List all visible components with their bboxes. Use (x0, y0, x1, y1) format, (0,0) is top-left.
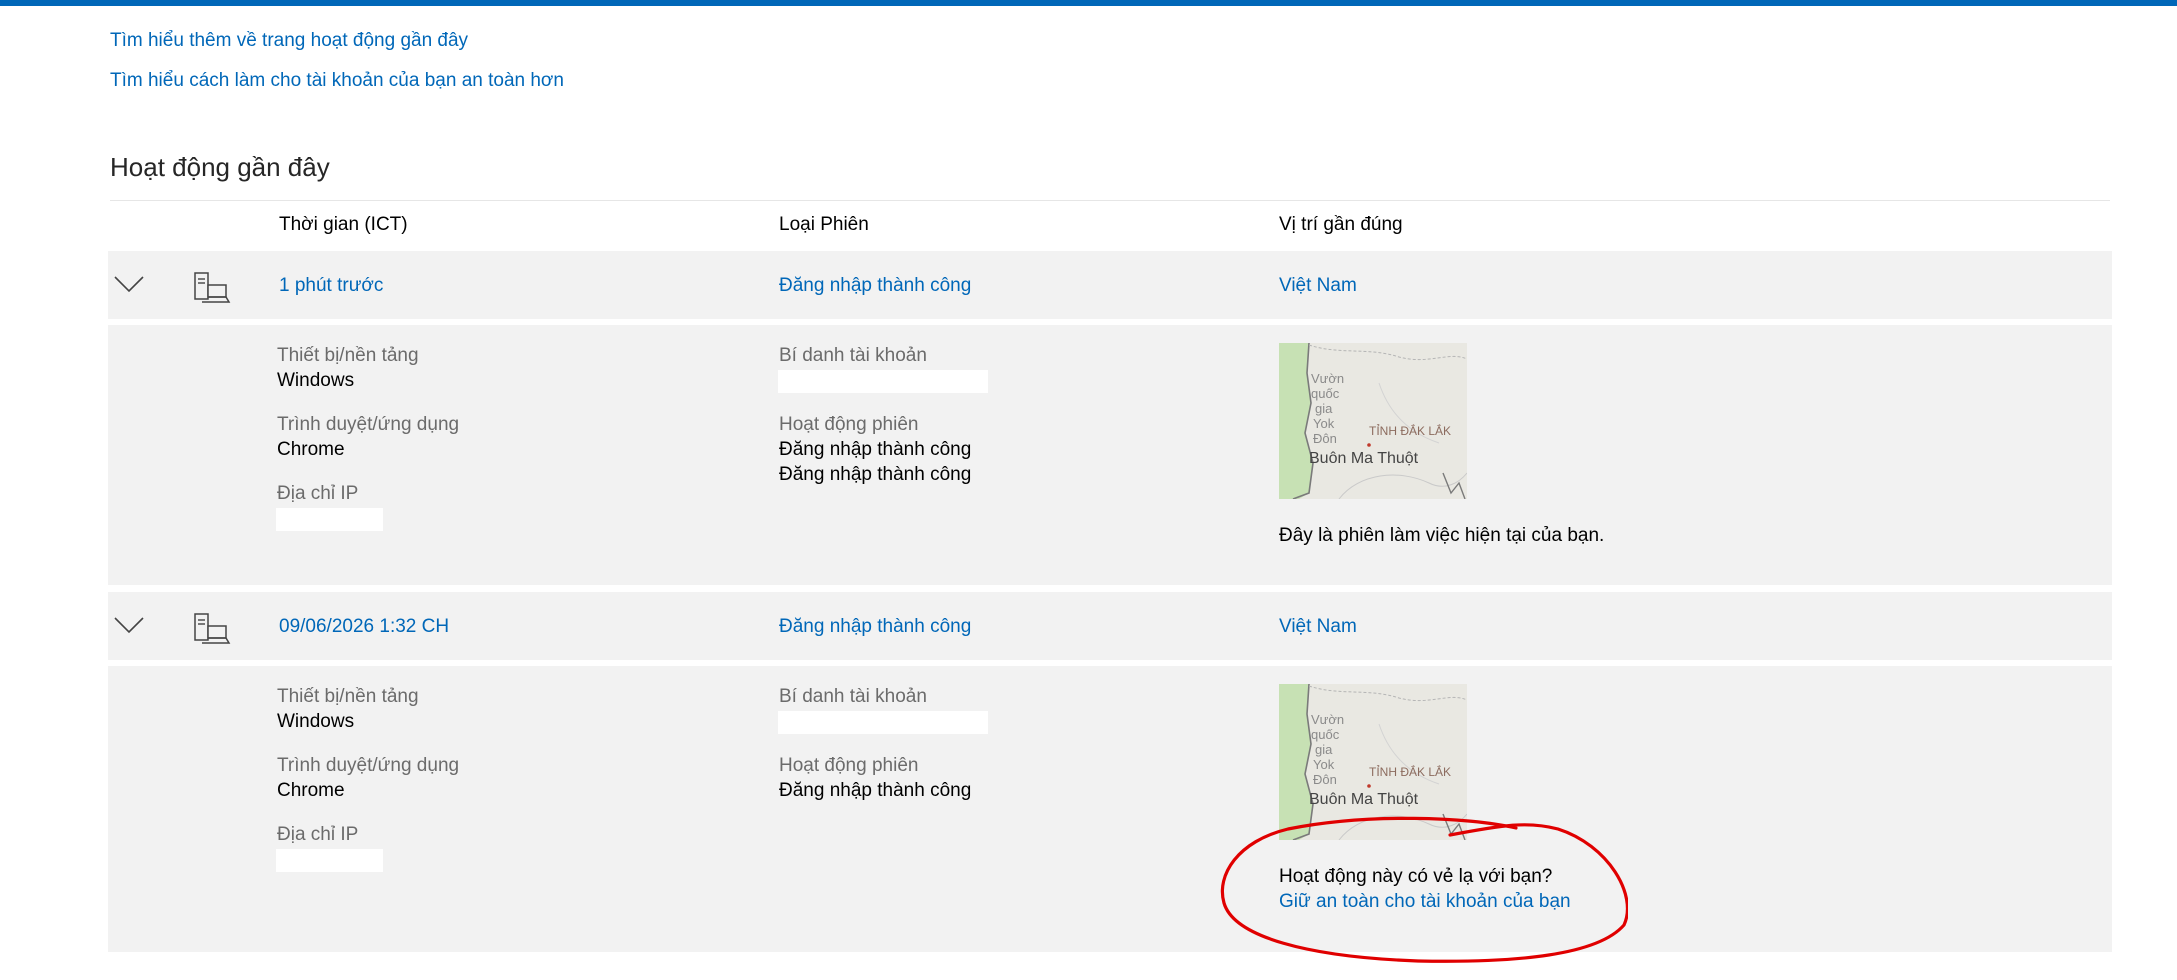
session-note: Đây là phiên làm việc hiện tại của bạn. (1279, 525, 1605, 546)
session-row-2[interactable]: 09/06/2026 1:32 CH Đăng nhập thành công … (108, 592, 2112, 660)
secure-account-link[interactable]: Giữ an toàn cho tài khoản của bạn (1279, 891, 1571, 913)
ip-redacted (276, 849, 383, 872)
ip-redacted (276, 508, 383, 531)
session-time-link[interactable]: 1 phút trước (279, 275, 383, 297)
learn-recent-activity-link[interactable]: Tìm hiểu thêm về trang hoạt động gần đây (110, 30, 468, 52)
device-value: Windows (277, 711, 355, 732)
computer-icon (194, 272, 231, 303)
map-park-line: Đôn (1313, 772, 1337, 787)
device-value: Windows (277, 370, 355, 391)
session-activity-label: Hoạt động phiên (779, 414, 919, 435)
session-time-link[interactable]: 09/06/2026 1:32 CH (279, 616, 449, 638)
session-location-link[interactable]: Việt Nam (1279, 275, 1357, 297)
column-header-time: Thời gian (ICT) (279, 214, 408, 235)
column-header-session-type: Loại Phiên (779, 214, 869, 235)
top-accent-bar (0, 0, 2177, 6)
alias-label: Bí danh tài khoản (779, 345, 927, 366)
divider (110, 200, 2110, 201)
unusual-activity-prompt: Hoạt động này có vẻ lạ với bạn? (1279, 866, 1553, 887)
session-detail-2: Thiết bị/nền tảng Windows Trình duyệt/ứn… (108, 666, 2112, 952)
device-label: Thiết bị/nền tảng (277, 345, 419, 366)
map-province-label: TỈNH ĐẮK LẮK (1369, 764, 1451, 779)
map-park-line: quốc (1311, 386, 1340, 401)
session-type-link[interactable]: Đăng nhập thành công (779, 275, 971, 297)
map-park-line: gia (1315, 742, 1333, 757)
ip-label: Địa chỉ IP (277, 824, 359, 845)
alias-label: Bí danh tài khoản (779, 686, 927, 707)
learn-secure-account-link[interactable]: Tìm hiểu cách làm cho tài khoản của bạn … (110, 70, 564, 92)
map-city-label: Buôn Ma Thuột (1309, 791, 1419, 808)
session-activity-value: Đăng nhập thành công (779, 439, 972, 460)
chevron-down-icon[interactable] (114, 616, 144, 634)
map-park-line: quốc (1311, 727, 1340, 742)
session-activity-value: Đăng nhập thành công (779, 464, 972, 485)
browser-label: Trình duyệt/ứng dụng (277, 414, 460, 435)
session-activity-label: Hoạt động phiên (779, 755, 919, 776)
browser-value: Chrome (277, 439, 345, 460)
session-row-1[interactable]: 1 phút trước Đăng nhập thành công Việt N… (108, 251, 2112, 319)
computer-icon (194, 613, 231, 644)
section-title: Hoạt động gần đây (110, 152, 330, 182)
column-header-location: Vị trí gần đúng (1279, 214, 1403, 235)
map-park-line: Vườn (1311, 712, 1344, 727)
map-province-label: TỈNH ĐẮK LẮK (1369, 423, 1451, 438)
map-park-line: Yok (1313, 416, 1335, 431)
session-location-link[interactable]: Việt Nam (1279, 616, 1357, 638)
browser-value: Chrome (277, 780, 345, 801)
map-city-label: Buôn Ma Thuột (1309, 450, 1419, 467)
session-type-link[interactable]: Đăng nhập thành công (779, 616, 971, 638)
browser-label: Trình duyệt/ứng dụng (277, 755, 460, 776)
location-map[interactable]: Vườn quốc gia Yok Đôn TỈNH ĐẮK LẮK Buôn … (1279, 684, 1467, 840)
session-activity-value: Đăng nhập thành công (779, 780, 972, 801)
location-map[interactable]: Vườn quốc gia Yok Đôn TỈNH ĐẮK LẮK Buôn … (1279, 343, 1467, 499)
alias-redacted (778, 370, 988, 393)
map-park-line: Đôn (1313, 431, 1337, 446)
alias-redacted (778, 711, 988, 734)
map-park-line: Vườn (1311, 371, 1344, 386)
map-park-line: Yok (1313, 757, 1335, 772)
device-label: Thiết bị/nền tảng (277, 686, 419, 707)
map-park-line: gia (1315, 401, 1333, 416)
ip-label: Địa chỉ IP (277, 483, 359, 504)
chevron-down-icon[interactable] (114, 275, 144, 293)
session-detail-1: Thiết bị/nền tảng Windows Trình duyệt/ứn… (108, 325, 2112, 585)
